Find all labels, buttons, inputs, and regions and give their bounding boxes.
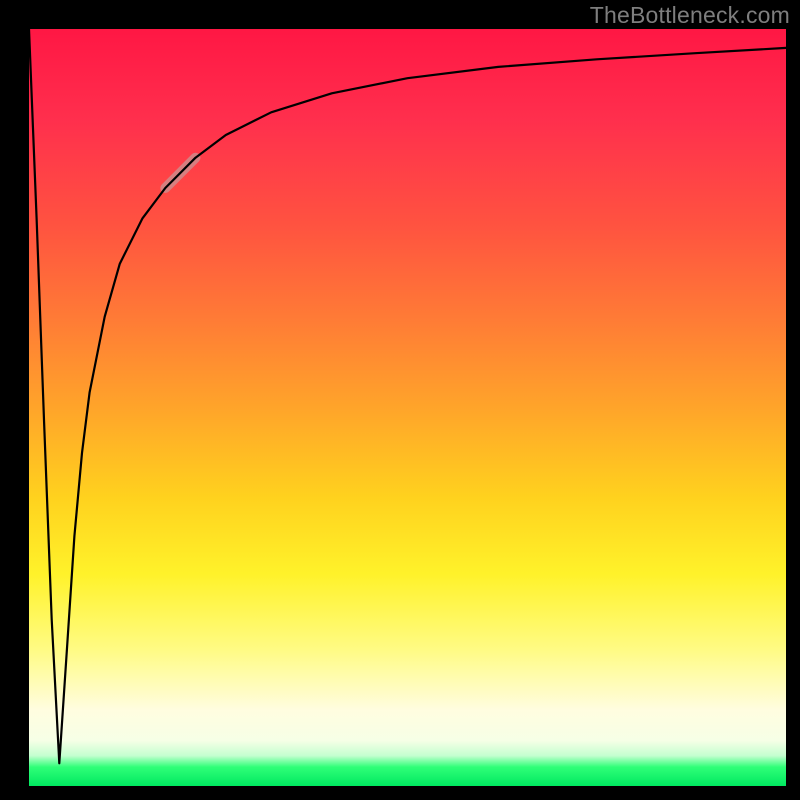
chart-frame: TheBottleneck.com: [0, 0, 800, 800]
plot-area: [29, 29, 786, 786]
attribution-label: TheBottleneck.com: [590, 2, 790, 29]
curve-svg: [29, 29, 786, 786]
bottleneck-curve: [29, 29, 786, 763]
